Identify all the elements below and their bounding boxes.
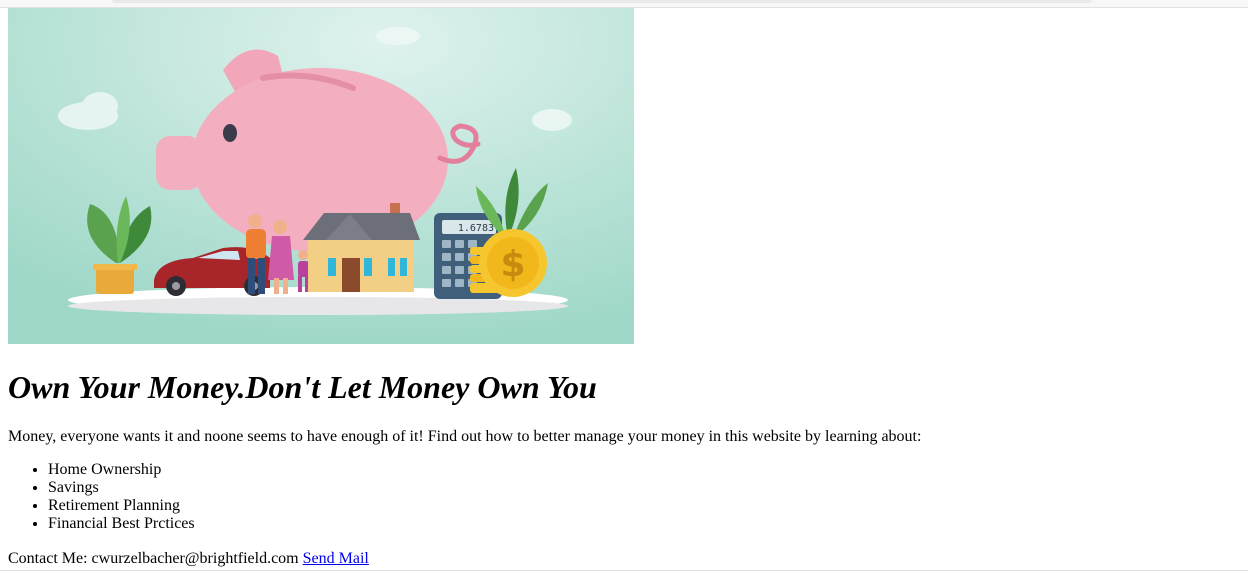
cloud-shape (82, 92, 118, 120)
calculator-display: 1.6783 (458, 223, 494, 234)
cloud-shape (532, 109, 572, 131)
address-bar-edge (112, 0, 1092, 3)
list-item: Savings (48, 479, 195, 497)
dollar-sign-icon: $ (500, 244, 525, 285)
list-item: Financial Best Prctices (48, 515, 195, 533)
page-title: Own Your Money.Don't Let Money Own You (8, 369, 597, 405)
send-mail-link[interactable]: Send Mail (303, 550, 369, 567)
list-item: Home Ownership (48, 461, 195, 479)
hero-illustration: 1.6783 $ (8, 8, 634, 344)
contact-line: Contact Me: cwurzelbacher@brightfield.co… (8, 549, 369, 569)
contact-label: Contact Me: cwurzelbacher@brightfield.co… (8, 550, 299, 567)
list-item: Retirement Planning (48, 497, 195, 515)
cloud-shape (376, 27, 420, 45)
intro-paragraph: Money, everyone wants it and noone seems… (8, 428, 922, 445)
bottom-border (0, 570, 1248, 571)
browser-top-edge (0, 0, 1248, 8)
topic-list: Home Ownership Savings Retirement Planni… (8, 461, 195, 533)
